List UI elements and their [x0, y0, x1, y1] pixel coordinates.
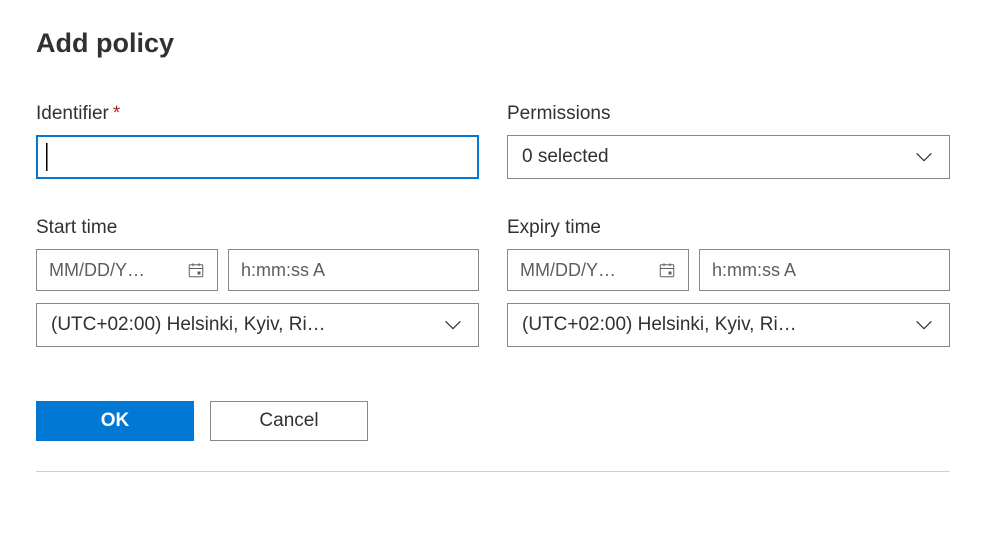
permissions-field: Permissions 0 selected: [507, 103, 950, 179]
start-time-field: Start time MM/DD/Y… h:mm:ss A (UTC+02:00…: [36, 217, 479, 347]
start-timezone-text: (UTC+02:00) Helsinki, Kyiv, Ri…: [51, 314, 336, 336]
calendar-icon: [658, 261, 676, 279]
required-indicator: *: [113, 103, 120, 124]
identifier-label-text: Identifier: [36, 103, 109, 124]
identifier-field: Identifier*: [36, 103, 479, 179]
permissions-label: Permissions: [507, 103, 950, 125]
chevron-down-icon: [913, 314, 935, 336]
start-timezone-select[interactable]: (UTC+02:00) Helsinki, Kyiv, Ri…: [36, 303, 479, 347]
permissions-selected-text: 0 selected: [522, 146, 609, 168]
start-date-input[interactable]: MM/DD/Y…: [36, 249, 218, 291]
expiry-time-placeholder: h:mm:ss A: [712, 260, 796, 281]
identifier-input[interactable]: [36, 135, 479, 179]
button-row: OK Cancel: [36, 401, 950, 441]
identifier-label: Identifier*: [36, 103, 479, 125]
expiry-date-placeholder: MM/DD/Y…: [520, 260, 648, 281]
expiry-time-input[interactable]: h:mm:ss A: [699, 249, 950, 291]
chevron-down-icon: [442, 314, 464, 336]
ok-button[interactable]: OK: [36, 401, 194, 441]
expiry-timezone-select[interactable]: (UTC+02:00) Helsinki, Kyiv, Ri…: [507, 303, 950, 347]
start-time-input[interactable]: h:mm:ss A: [228, 249, 479, 291]
start-date-placeholder: MM/DD/Y…: [49, 260, 177, 281]
permissions-select[interactable]: 0 selected: [507, 135, 950, 179]
expiry-time-datetime-row: MM/DD/Y… h:mm:ss A: [507, 249, 950, 291]
form-grid: Identifier* Permissions 0 selected Start…: [36, 103, 950, 347]
page-title: Add policy: [36, 28, 950, 59]
start-time-placeholder: h:mm:ss A: [241, 260, 325, 281]
expiry-time-field: Expiry time MM/DD/Y… h:mm:ss A (UTC+02:0…: [507, 217, 950, 347]
start-time-label: Start time: [36, 217, 479, 239]
expiry-time-label: Expiry time: [507, 217, 950, 239]
start-time-datetime-row: MM/DD/Y… h:mm:ss A: [36, 249, 479, 291]
expiry-date-input[interactable]: MM/DD/Y…: [507, 249, 689, 291]
expiry-timezone-text: (UTC+02:00) Helsinki, Kyiv, Ri…: [522, 314, 807, 336]
divider: [36, 471, 950, 472]
calendar-icon: [187, 261, 205, 279]
chevron-down-icon: [913, 146, 935, 168]
cancel-button[interactable]: Cancel: [210, 401, 368, 441]
